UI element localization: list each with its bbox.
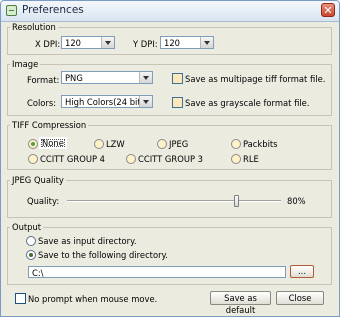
output-path-field[interactable]: C:\	[28, 266, 286, 278]
close-icon: ✕	[323, 4, 333, 17]
resolution-group-label: Resolution	[10, 22, 58, 32]
grayscale-label: Save as grayscale format file.	[185, 98, 310, 108]
tiff-radio-jpeg[interactable]	[157, 139, 167, 149]
tiff-option-rle[interactable]: RLE	[243, 154, 259, 164]
tiff-compression-group-label: TIFF Compression	[10, 120, 89, 130]
x-dpi-value: 120	[65, 38, 81, 48]
close-button[interactable]: Close	[276, 291, 324, 305]
tiff-radio-ccitt3[interactable]	[126, 154, 136, 164]
tiff-radio-lzw[interactable]	[94, 139, 104, 149]
tiff-option-none[interactable]: None	[39, 137, 67, 149]
output-radio-following-dir[interactable]	[26, 250, 36, 260]
x-dpi-label: X DPI:	[35, 39, 61, 49]
tiff-radio-packbits[interactable]	[231, 139, 241, 149]
tiff-radio-none[interactable]	[28, 139, 38, 149]
no-prompt-checkbox[interactable]	[15, 293, 26, 304]
output-group-label: Output	[10, 222, 44, 232]
image-group: Image	[7, 59, 332, 116]
preferences-window: Preferences ✕ Resolution X DPI: 120 Y DP…	[0, 0, 340, 317]
jpeg-quality-group-label: JPEG Quality	[10, 175, 66, 185]
tiff-radio-ccitt4[interactable]	[28, 154, 38, 164]
y-dpi-label: Y DPI:	[133, 39, 158, 49]
tiff-option-ccitt3[interactable]: CCITT GROUP 3	[138, 154, 203, 164]
title-bar[interactable]: Preferences ✕	[1, 1, 339, 22]
y-dpi-select[interactable]: 120	[160, 36, 214, 49]
tiff-radio-rle[interactable]	[231, 154, 241, 164]
chevron-down-icon[interactable]	[139, 96, 152, 107]
colors-select[interactable]: High Colors(24 bits)	[61, 95, 153, 108]
output-radio-input-dir[interactable]	[26, 236, 36, 246]
browse-button[interactable]: ...	[290, 265, 314, 278]
tiff-option-ccitt4[interactable]: CCITT GROUP 4	[40, 154, 105, 164]
output-option-input-dir[interactable]: Save as input directory.	[38, 236, 137, 246]
image-group-label: Image	[10, 59, 41, 69]
multipage-tiff-label: Save as multipage tiff format file.	[185, 74, 326, 84]
chevron-down-icon[interactable]	[200, 37, 213, 48]
window-title: Preferences	[22, 4, 84, 16]
chevron-down-icon[interactable]	[101, 37, 114, 48]
save-as-default-button[interactable]: Save as default	[210, 291, 271, 315]
y-dpi-value: 120	[164, 38, 180, 48]
chevron-down-icon[interactable]	[139, 72, 152, 83]
quality-slider-track[interactable]	[67, 200, 281, 202]
quality-percent: 80%	[287, 196, 306, 206]
quality-slider[interactable]	[67, 194, 281, 208]
output-option-following-dir[interactable]: Save to the following directory.	[38, 250, 168, 260]
format-select[interactable]: PNG	[61, 71, 153, 84]
tiff-option-lzw[interactable]: LZW	[106, 139, 125, 149]
quality-slider-thumb[interactable]	[234, 195, 239, 207]
tiff-option-jpeg[interactable]: JPEG	[169, 139, 188, 149]
app-icon	[6, 5, 17, 16]
grayscale-checkbox[interactable]	[172, 97, 183, 108]
format-label: Format:	[27, 75, 60, 85]
colors-value: High Colors(24 bits)	[65, 97, 149, 107]
format-value: PNG	[65, 73, 83, 83]
x-dpi-select[interactable]: 120	[61, 36, 115, 49]
tiff-option-packbits[interactable]: Packbits	[243, 139, 278, 149]
output-path-value: C:\	[32, 268, 44, 278]
quality-label: Quality:	[27, 196, 60, 206]
close-window-button[interactable]: ✕	[321, 3, 335, 17]
colors-label: Colors:	[27, 98, 57, 108]
no-prompt-label: No prompt when mouse move.	[28, 294, 158, 304]
multipage-tiff-checkbox[interactable]	[172, 73, 183, 84]
